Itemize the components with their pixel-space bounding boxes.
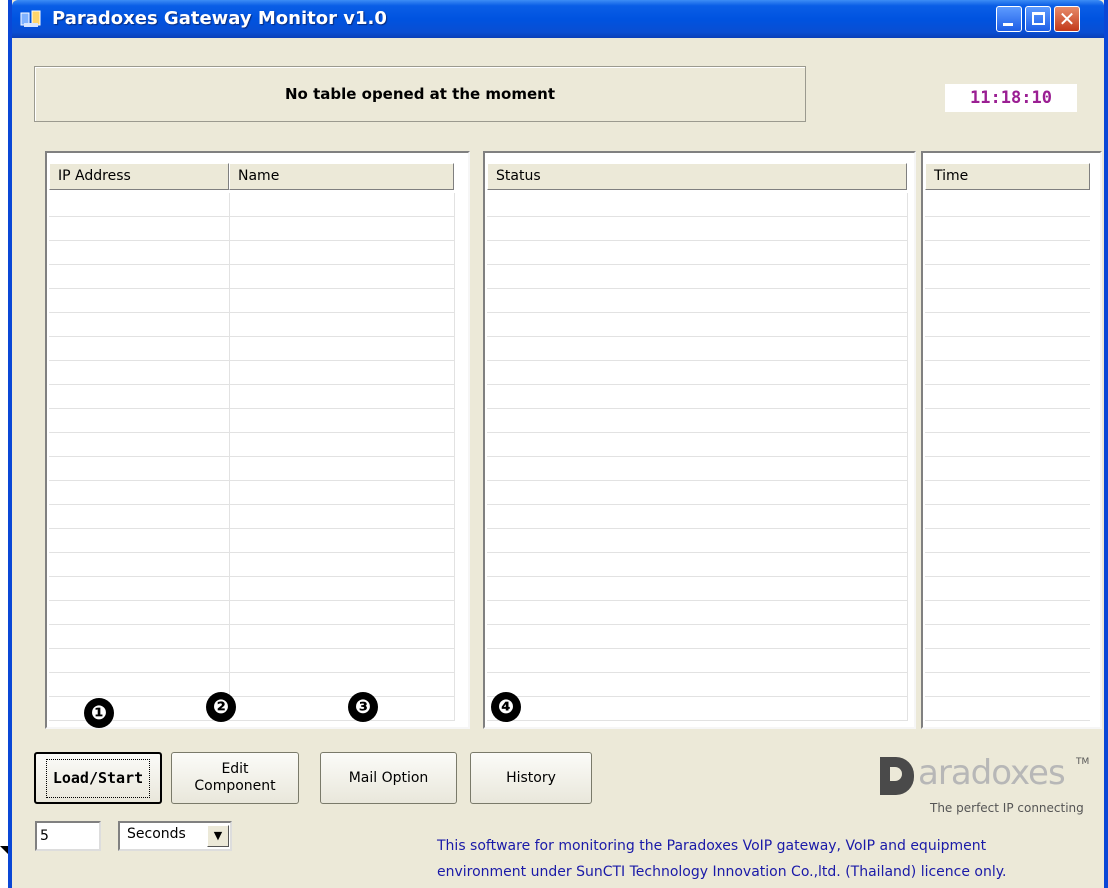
status-list[interactable]: Status xyxy=(483,151,916,729)
maximize-button[interactable] xyxy=(1025,6,1051,32)
status-banner: No table opened at the moment xyxy=(34,66,806,122)
interval-unit-select[interactable]: Seconds ▼ xyxy=(118,821,232,851)
marker-2: ❷ xyxy=(206,692,236,722)
interval-input[interactable]: 5 xyxy=(35,821,101,851)
column-divider xyxy=(454,193,455,721)
chevron-down-icon[interactable]: ▼ xyxy=(207,825,229,847)
close-icon: ✕ xyxy=(1058,7,1076,31)
title-bar[interactable]: Paradoxes Gateway Monitor v1.0 ✕ xyxy=(12,0,1104,38)
load-start-button[interactable]: Load/Start xyxy=(34,752,162,804)
license-footer: This software for monitoring the Paradox… xyxy=(437,833,1102,885)
banner-message: No table opened at the moment xyxy=(284,85,556,103)
close-button[interactable]: ✕ xyxy=(1054,6,1080,32)
minimize-icon xyxy=(1003,23,1013,26)
edit-component-label-line1: Edit xyxy=(221,761,249,777)
footer-line-1: This software for monitoring the Paradox… xyxy=(437,838,987,854)
logo-word: aradoxes xyxy=(918,753,1066,793)
edit-component-button[interactable]: Edit Component xyxy=(171,752,299,804)
load-start-label: Load/Start xyxy=(45,758,151,798)
edit-component-label: Edit Component xyxy=(194,761,275,795)
mouse-cursor-icon xyxy=(0,846,8,854)
history-button[interactable]: History xyxy=(470,752,592,804)
maximize-icon xyxy=(1032,12,1045,25)
window-title: Paradoxes Gateway Monitor v1.0 xyxy=(52,8,387,29)
marker-4: ❹ xyxy=(491,692,521,722)
interval-unit-value: Seconds xyxy=(127,826,186,842)
mail-option-button[interactable]: Mail Option xyxy=(320,752,457,804)
column-header-ip-address[interactable]: IP Address xyxy=(49,163,229,190)
edit-component-label-line2: Component xyxy=(194,778,276,794)
time-list[interactable]: Time xyxy=(921,151,1102,729)
column-header-status[interactable]: Status xyxy=(487,163,907,190)
time-list-rows xyxy=(925,193,1090,721)
footer-line-2: environment under SunCTI Technology Inno… xyxy=(437,864,1007,880)
app-window: Paradoxes Gateway Monitor v1.0 ✕ No tabl… xyxy=(8,0,1108,888)
app-icon xyxy=(20,10,41,27)
logo-trademark: TM xyxy=(1076,757,1090,767)
column-divider xyxy=(907,193,908,721)
marker-1: ❶ xyxy=(84,698,114,728)
gateway-list[interactable]: IP Address Name xyxy=(45,151,470,729)
logo-tagline: The perfect IP connecting xyxy=(930,801,1084,815)
column-divider xyxy=(229,193,230,721)
logo-p-mark xyxy=(880,757,914,795)
marker-3: ❸ xyxy=(348,692,378,722)
column-header-time[interactable]: Time xyxy=(925,163,1090,190)
clock-display: 11:18:10 xyxy=(945,84,1077,112)
gateway-list-rows xyxy=(49,193,454,721)
status-list-rows xyxy=(487,193,907,721)
column-header-name[interactable]: Name xyxy=(229,163,454,190)
minimize-button[interactable] xyxy=(996,6,1022,32)
paradoxes-logo: aradoxes TM The perfect IP connecting xyxy=(874,753,1090,825)
